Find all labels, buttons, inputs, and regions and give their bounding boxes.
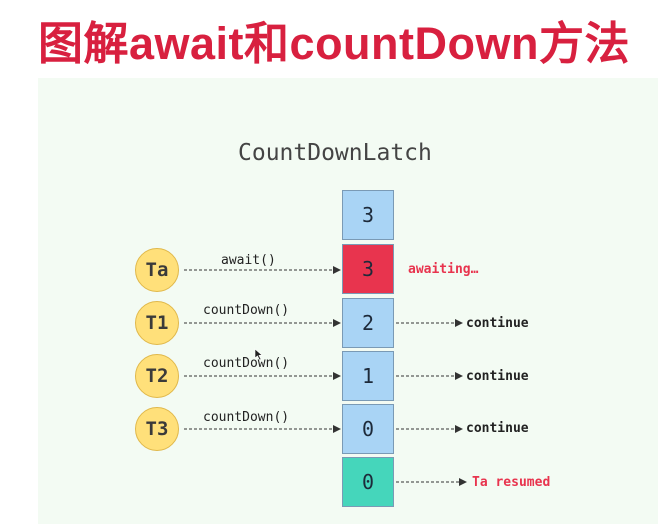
latch-cell-initial: 3 [342,190,394,240]
status-continue-3: continue [466,421,529,436]
thread-ta: Ta [135,248,179,292]
latch-cell-ta: 3 [342,244,394,294]
thread-t3: T3 [135,407,179,451]
thread-t2: T2 [135,354,179,398]
call-label-t3: countDown() [203,410,290,425]
arrows-layer [184,266,467,486]
call-label-t1: countDown() [203,303,290,318]
call-label-t2: countDown() [203,356,290,371]
latch-cell-t1: 2 [342,298,394,348]
status-awaiting: awaiting… [408,262,479,277]
call-label-ta: await() [221,253,276,268]
thread-t1: T1 [135,301,179,345]
status-continue-2: continue [466,369,529,384]
latch-cell-t3: 0 [342,404,394,454]
status-continue-1: continue [466,316,529,331]
status-resumed: Ta resumed [472,475,551,490]
latch-cell-final: 0 [342,457,394,507]
latch-cell-t2: 1 [342,351,394,401]
